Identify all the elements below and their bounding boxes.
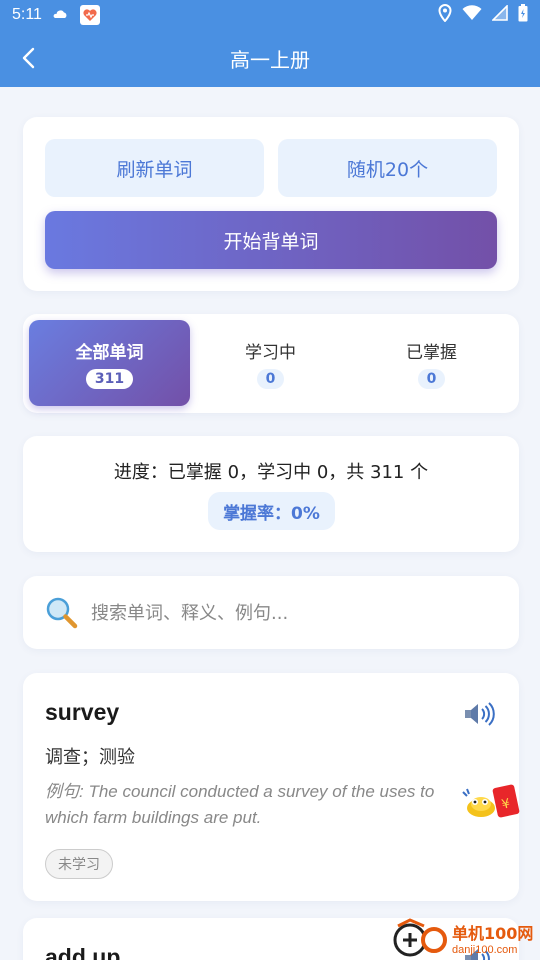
refresh-words-button[interactable]: 刷新单词 [45, 139, 264, 197]
status-badge: 未学习 [45, 849, 113, 879]
tab-count-badge: 0 [256, 368, 285, 389]
search-icon [45, 596, 79, 630]
wifi-icon [462, 5, 482, 25]
search-card [23, 576, 519, 649]
word-text: add up [45, 944, 121, 960]
mastery-rate-badge: 掌握率：0% [208, 492, 335, 530]
site-watermark: 单机100网 danji100.com [390, 916, 540, 960]
tab-learning[interactable]: 学习中 0 [190, 320, 351, 406]
tab-label: 已掌握 [406, 342, 457, 363]
word-example: 例句: The council conducted a survey of th… [45, 779, 445, 831]
red-packet-float-icon[interactable]: ¥ [461, 782, 525, 822]
word-card[interactable]: survey 调查；测验 例句: The council conducted a… [23, 673, 519, 901]
actions-card: 刷新单词 随机20个 开始背单词 [23, 117, 519, 291]
page-title: 高一上册 [230, 48, 310, 72]
tab-label: 学习中 [245, 342, 296, 363]
status-time: 5:11 [12, 6, 42, 23]
speaker-icon[interactable] [463, 701, 495, 727]
watermark-name: 单机100网 [452, 924, 534, 943]
tab-mastered[interactable]: 已掌握 0 [351, 320, 512, 406]
watermark-logo-icon [390, 916, 450, 960]
example-prefix: 例句: [45, 782, 84, 801]
watermark-url: danji100.com [452, 944, 518, 956]
progress-card: 进度：已掌握 0，学习中 0，共 311 个 掌握率：0% [23, 436, 519, 552]
cloud-icon [52, 10, 68, 20]
battery-icon [518, 4, 528, 26]
example-sentence: The council conducted a survey of the us… [45, 782, 435, 827]
signal-icon [491, 4, 508, 25]
word-text: survey [45, 699, 120, 725]
back-button[interactable] [14, 44, 42, 72]
start-memorize-button[interactable]: 开始背单词 [45, 211, 497, 269]
progress-summary: 进度：已掌握 0，学习中 0，共 311 个 [113, 462, 429, 483]
tab-count-badge: 0 [417, 368, 446, 389]
header-bar: 高一上册 [0, 30, 540, 87]
tab-label: 全部单词 [75, 342, 144, 363]
filter-tabs: 全部单词 311 学习中 0 已掌握 0 [23, 314, 519, 413]
location-icon [438, 3, 452, 26]
random-20-button[interactable]: 随机20个 [278, 139, 497, 197]
status-bar: 5:11 [0, 0, 540, 30]
chevron-left-icon [22, 47, 35, 69]
word-meaning: 调查；测验 [45, 747, 135, 768]
search-input[interactable] [91, 594, 491, 632]
tab-count-badge: 311 [85, 368, 134, 389]
health-app-icon [79, 5, 100, 25]
tab-all-words[interactable]: 全部单词 311 [29, 320, 190, 406]
